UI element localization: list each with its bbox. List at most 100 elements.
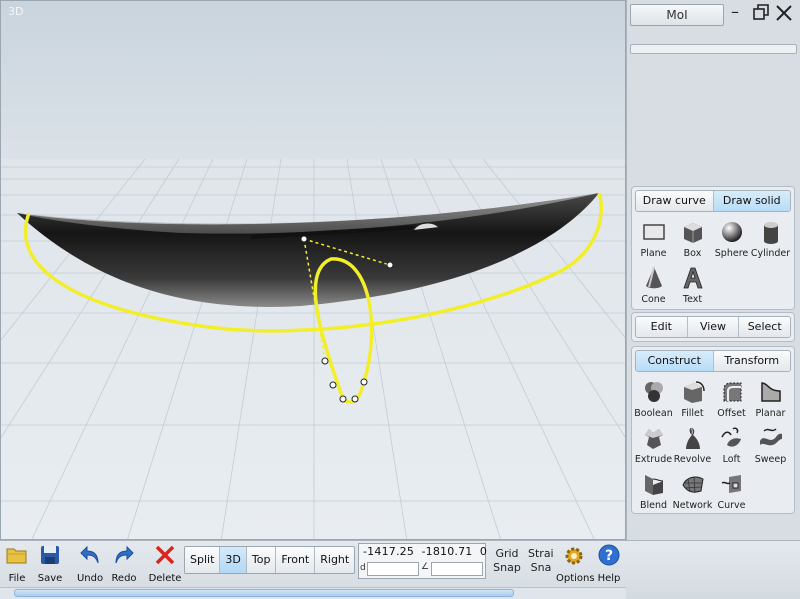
- scene-canvas[interactable]: [1, 1, 626, 540]
- edit-group: Edit View Select: [631, 312, 795, 342]
- tab-view[interactable]: View: [687, 317, 740, 337]
- help-button[interactable]: ? Help: [593, 543, 625, 584]
- curve-icon: [721, 475, 741, 493]
- file-button[interactable]: File: [0, 543, 34, 584]
- revolve-label: Revolve: [673, 454, 712, 465]
- tab-edit[interactable]: Edit: [636, 317, 688, 337]
- sweep-icon: [759, 428, 782, 446]
- command-panel: MoI – Draw curve Draw solid Plane Box Sp…: [626, 0, 800, 540]
- distance-label: d: [360, 563, 366, 573]
- scrollbar-thumb[interactable]: [14, 589, 514, 597]
- sphere-icon: [721, 222, 742, 242]
- gear-icon: [565, 547, 583, 565]
- progress-bar: [630, 44, 797, 54]
- network-label: Network: [672, 500, 713, 511]
- blend-tool[interactable]: Blend: [634, 469, 673, 515]
- box-label: Box: [683, 248, 702, 259]
- planar-tool[interactable]: Planar: [751, 377, 790, 423]
- view-switcher: Split 3D Top Front Right: [184, 546, 356, 574]
- offset-label: Offset: [717, 408, 746, 419]
- draw-group: Draw curve Draw solid Plane Box Sphere C…: [631, 186, 795, 310]
- construct-group: Construct Transform Boolean Fillet Offse…: [631, 346, 795, 514]
- tab-select[interactable]: Select: [739, 317, 790, 337]
- plane-tool[interactable]: Plane: [634, 217, 673, 263]
- draw-tabs: Draw curve Draw solid: [635, 190, 791, 212]
- boolean-label: Boolean: [634, 408, 673, 419]
- redo-icon: [115, 545, 134, 564]
- cone-tool[interactable]: Cone: [634, 263, 673, 309]
- plane-label: Plane: [640, 248, 667, 259]
- tab-transform[interactable]: Transform: [713, 351, 790, 371]
- construct-tabs: Construct Transform: [635, 350, 791, 372]
- straight-snap-line2: Sna: [530, 561, 552, 574]
- horizontal-scrollbar[interactable]: [0, 587, 626, 599]
- viewport-label: 3D: [8, 5, 24, 18]
- extrude-tool[interactable]: Extrude: [634, 423, 673, 469]
- offset-tool[interactable]: Offset: [712, 377, 751, 423]
- angle-label: ∠: [421, 562, 430, 572]
- grid-snap-line2: Snap: [493, 561, 521, 574]
- cylinder-label: Cylinder: [750, 248, 791, 259]
- boolean-icon: [644, 382, 663, 402]
- coordinate-values: -1417.25 -1810.71 0: [363, 545, 488, 558]
- text-tool[interactable]: Text: [673, 263, 712, 309]
- network-tool[interactable]: Network: [673, 469, 712, 515]
- save-label: Save: [37, 573, 63, 584]
- boolean-tool[interactable]: Boolean: [634, 377, 673, 423]
- svg-text:?: ?: [605, 548, 613, 564]
- cylinder-icon: [763, 222, 778, 244]
- network-icon: [681, 476, 704, 494]
- loft-icon: [720, 427, 741, 447]
- redo-button[interactable]: Redo: [107, 543, 141, 584]
- text-label: Text: [682, 294, 703, 305]
- sphere-tool[interactable]: Sphere: [712, 217, 751, 263]
- coordinate-readout: -1417.25 -1810.71 0 d ∠: [358, 543, 488, 579]
- file-label: File: [8, 573, 26, 584]
- planar-icon: [760, 382, 781, 402]
- view-front-button[interactable]: Front: [276, 547, 316, 573]
- restore-icon[interactable]: [753, 4, 769, 23]
- tab-draw-curve[interactable]: Draw curve: [636, 191, 714, 211]
- fillet-icon: [683, 381, 705, 403]
- box-icon: [683, 223, 702, 243]
- cylinder-tool[interactable]: Cylinder: [751, 217, 790, 263]
- delete-button[interactable]: Delete: [148, 543, 182, 584]
- redo-label: Redo: [111, 573, 137, 584]
- view-split-button[interactable]: Split: [185, 547, 221, 573]
- view-3d-button[interactable]: 3D: [220, 547, 247, 573]
- planar-label: Planar: [755, 408, 786, 419]
- loft-tool[interactable]: Loft: [712, 423, 751, 469]
- plane-icon: [642, 224, 665, 240]
- moi-menu-button[interactable]: MoI: [630, 4, 724, 26]
- folder-icon: [6, 548, 27, 564]
- grid-snap-line1: Grid: [495, 547, 519, 560]
- extrude-label: Extrude: [634, 454, 673, 465]
- view-right-button[interactable]: Right: [315, 547, 355, 573]
- angle-input[interactable]: [431, 562, 483, 576]
- tab-construct[interactable]: Construct: [636, 351, 714, 371]
- cone-label: Cone: [641, 294, 666, 305]
- close-icon[interactable]: [775, 4, 793, 25]
- offset-icon: [723, 382, 741, 402]
- curve-tool[interactable]: Curve: [712, 469, 751, 515]
- options-button[interactable]: Options: [556, 543, 595, 584]
- grid-snap-toggle[interactable]: Grid Snap: [492, 547, 522, 575]
- view-top-button[interactable]: Top: [246, 547, 277, 573]
- viewport-3d[interactable]: 3D: [0, 0, 626, 540]
- revolve-tool[interactable]: Revolve: [673, 423, 712, 469]
- save-button[interactable]: Save: [33, 543, 67, 584]
- minimize-icon[interactable]: –: [731, 4, 739, 20]
- edit-tabs: Edit View Select: [635, 316, 791, 338]
- fillet-tool[interactable]: Fillet: [673, 377, 712, 423]
- box-tool[interactable]: Box: [673, 217, 712, 263]
- tab-draw-solid[interactable]: Draw solid: [713, 191, 790, 211]
- distance-input[interactable]: [367, 562, 419, 576]
- undo-button[interactable]: Undo: [73, 543, 107, 584]
- sweep-label: Sweep: [754, 454, 787, 465]
- help-icon: ?: [598, 544, 620, 566]
- cone-icon: [645, 266, 662, 289]
- sweep-tool[interactable]: Sweep: [751, 423, 790, 469]
- options-label: Options: [556, 573, 595, 584]
- text-icon: [682, 267, 703, 289]
- straight-snap-toggle[interactable]: Straig Sna: [528, 547, 554, 575]
